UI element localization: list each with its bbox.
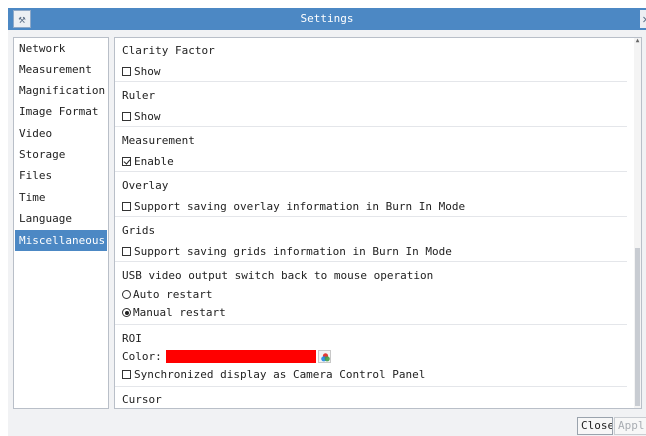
roi-color-swatch[interactable] — [165, 350, 316, 363]
content-scrollbar[interactable]: ▲ — [634, 38, 641, 408]
ruler-show-option[interactable]: Show — [122, 109, 622, 124]
divider — [115, 81, 627, 82]
grids-burn-in-checkbox[interactable] — [122, 247, 131, 256]
manual-restart-radio[interactable] — [122, 308, 131, 317]
divider — [115, 171, 627, 172]
roi-color-row: Color: — [122, 349, 622, 364]
close-icon[interactable]: ✕ — [640, 10, 646, 28]
usb-section: USB video output switch back to mouse op… — [122, 268, 622, 320]
section-title: Overlay — [122, 179, 169, 192]
close-button[interactable]: Close — [577, 417, 613, 435]
measurement-section: Measurement Enable — [122, 133, 622, 169]
roi-sync-checkbox[interactable] — [122, 370, 131, 379]
overlay-burn-in-option[interactable]: Support saving overlay information in Bu… — [122, 199, 622, 214]
overlay-burn-in-checkbox[interactable] — [122, 202, 131, 211]
grids-burn-in-option[interactable]: Support saving grids information in Burn… — [122, 244, 622, 259]
measurement-enable-option[interactable]: Enable — [122, 154, 622, 169]
ruler-show-checkbox[interactable] — [122, 112, 131, 121]
cursor-section: Cursor — [122, 392, 622, 407]
option-label: Auto restart — [133, 288, 213, 301]
sidebar-item-measurement[interactable]: Measurement — [15, 59, 107, 80]
sidebar: Network Measurement Magnification Image … — [13, 37, 109, 409]
option-label: Show — [134, 110, 161, 123]
option-label: Enable — [134, 155, 174, 168]
sidebar-item-miscellaneous[interactable]: Miscellaneous — [15, 230, 107, 251]
title-bar: ⚒ Settings ✕ — [8, 8, 646, 30]
auto-restart-radio[interactable] — [122, 290, 131, 299]
clarity-show-checkbox[interactable] — [122, 67, 131, 76]
option-label: Synchronized display as Camera Control P… — [134, 368, 426, 381]
divider — [115, 261, 627, 262]
overlay-section: Overlay Support saving overlay informati… — [122, 178, 622, 214]
section-title: Measurement — [122, 134, 195, 147]
option-label: Support saving overlay information in Bu… — [134, 200, 466, 213]
settings-content: Clarity Factor Show Ruler Show Measureme… — [114, 37, 642, 409]
usb-manual-restart-option[interactable]: Manual restart — [122, 305, 622, 320]
grids-section: Grids Support saving grids information i… — [122, 223, 622, 259]
color-palette-icon[interactable] — [317, 350, 331, 363]
roi-section: ROI Color: Synchronized display as Camer… — [122, 331, 622, 382]
clarity-show-option[interactable]: Show — [122, 64, 622, 79]
sidebar-item-network[interactable]: Network — [15, 38, 107, 59]
sidebar-item-video[interactable]: Video — [15, 123, 107, 144]
scroll-up-arrow-icon[interactable]: ▲ — [634, 38, 641, 44]
option-label: Manual restart — [133, 306, 226, 319]
option-label: Show — [134, 65, 161, 78]
ruler-section: Ruler Show — [122, 88, 622, 124]
divider — [115, 216, 627, 217]
clarity-factor-section: Clarity Factor Show — [122, 43, 622, 79]
window-title: Settings — [300, 12, 354, 25]
roi-sync-option[interactable]: Synchronized display as Camera Control P… — [122, 367, 622, 382]
usb-auto-restart-option[interactable]: Auto restart — [122, 287, 622, 302]
divider — [115, 324, 627, 325]
roi-color-label: Color: — [122, 350, 162, 363]
section-title: Clarity Factor — [122, 44, 215, 57]
sidebar-item-image-format[interactable]: Image Format — [15, 101, 107, 122]
option-label: Support saving grids information in Burn… — [134, 245, 452, 258]
section-title: USB video output switch back to mouse op… — [122, 269, 434, 282]
section-title: Grids — [122, 224, 156, 237]
scrollbar-thumb[interactable] — [635, 248, 640, 406]
sidebar-item-storage[interactable]: Storage — [15, 144, 107, 165]
section-title: Cursor — [122, 393, 162, 406]
section-title: ROI — [122, 332, 142, 345]
sidebar-item-time[interactable]: Time — [15, 187, 107, 208]
divider — [115, 126, 627, 127]
sidebar-item-files[interactable]: Files — [15, 165, 107, 186]
apply-button[interactable]: Appl — [614, 417, 646, 435]
section-title: Ruler — [122, 89, 156, 102]
sidebar-item-magnification[interactable]: Magnification — [15, 80, 107, 101]
sidebar-item-language[interactable]: Language — [15, 208, 107, 229]
divider — [115, 386, 627, 387]
measurement-enable-checkbox[interactable] — [122, 157, 131, 166]
